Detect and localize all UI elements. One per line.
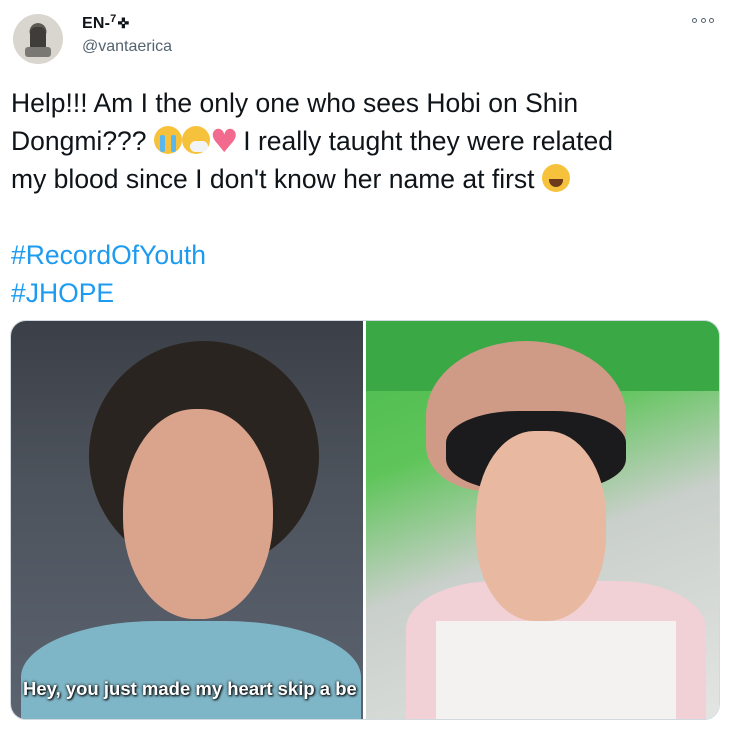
photo-left-face — [123, 409, 273, 619]
media-photo-right[interactable] — [366, 321, 719, 719]
media-photo-left[interactable]: Hey, you just made my heart skip a be — [11, 321, 363, 719]
sneezing-face-emoji — [181, 126, 210, 154]
hashtag-record-of-youth[interactable]: #RecordOfYouth — [11, 240, 206, 270]
avatar-chair — [25, 47, 51, 57]
name-superscript: 7 — [110, 13, 117, 25]
tweet-line-3: my blood since I don't know her name at … — [11, 164, 542, 194]
media-grid: Hey, you just made my heart skip a be — [10, 320, 720, 720]
tweet-line-1: Help!!! Am I the only one who sees Hobi … — [11, 88, 579, 118]
hashtag-jhope[interactable]: #JHOPE — [11, 278, 114, 308]
name-symbol: ✜ — [117, 15, 130, 31]
more-options-icon[interactable] — [692, 14, 714, 26]
photo-right-shirt — [436, 621, 676, 719]
photo-right-face — [476, 431, 606, 621]
author-handle[interactable]: @vantaerica — [82, 36, 172, 58]
face-with-tears-of-joy-emoji — [541, 164, 570, 192]
tweet-card: EN-7✜ @vantaerica Help!!! Am I the only … — [0, 0, 738, 729]
avatar[interactable] — [13, 14, 63, 64]
author-display-name[interactable]: EN-7✜ — [82, 12, 172, 36]
tweet-text: Help!!! Am I the only one who sees Hobi … — [11, 84, 723, 312]
growing-heart-emoji — [210, 122, 239, 160]
photo-left-shirt — [21, 621, 361, 719]
tweet-line-2-suffix: I really taught they were related — [235, 126, 613, 156]
loudly-crying-face-emoji — [153, 126, 182, 154]
photo-subtitle: Hey, you just made my heart skip a be — [23, 678, 357, 699]
author-info: EN-7✜ @vantaerica — [82, 12, 172, 58]
tweet-line-2-prefix: Dongmi??? — [11, 126, 154, 156]
